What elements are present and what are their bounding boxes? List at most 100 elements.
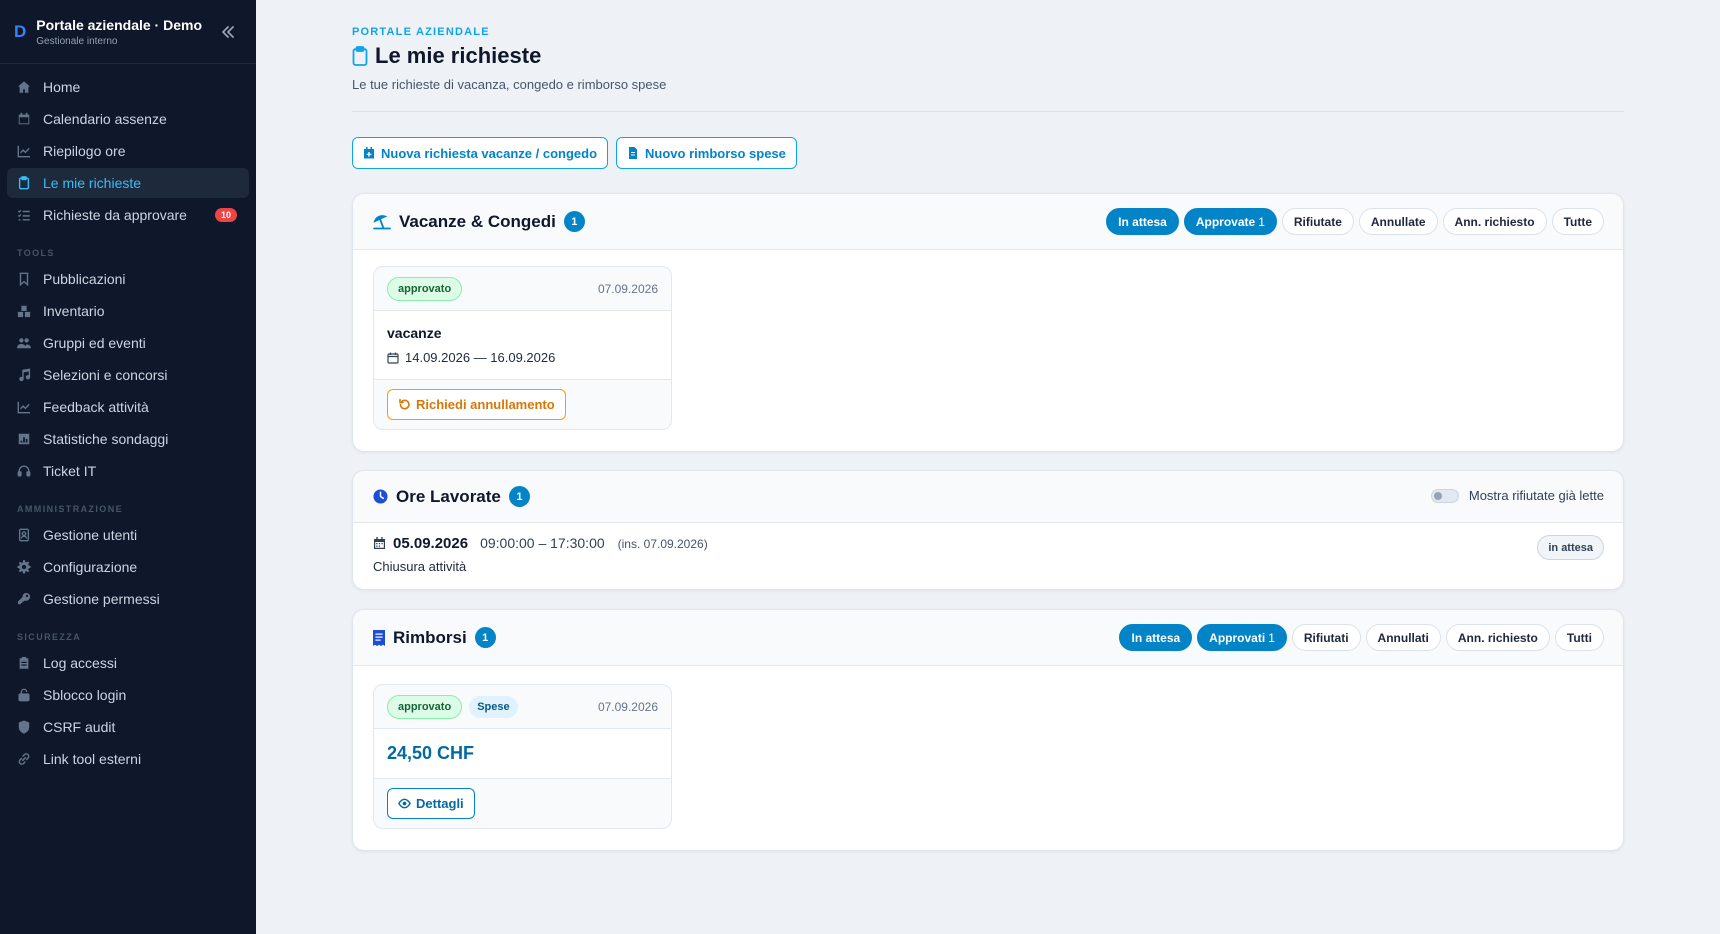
sidebar-item-label: Riepilogo ore	[43, 143, 126, 159]
sidebar-item-richieste-da-approvare[interactable]: Richieste da approvare 10	[7, 200, 249, 230]
expense-type-badge: Spese	[469, 695, 518, 718]
filter-label: Approvati	[1209, 630, 1266, 645]
sidebar-item-link-tool-esterni[interactable]: Link tool esterni	[7, 744, 249, 774]
brand: D Portale aziendale · Demo Gestionale in…	[0, 0, 256, 64]
receipt-icon	[627, 147, 639, 159]
leave-filter-tutte[interactable]: Tutte	[1551, 208, 1604, 235]
hours-section-header: Ore Lavorate 1 Mostra rifiutate già lett…	[353, 471, 1623, 523]
expenses-filter-approvati[interactable]: Approvati 1	[1197, 624, 1287, 651]
leave-filter-annullate[interactable]: Annullate	[1358, 208, 1438, 235]
show-rejected-toggle[interactable]	[1430, 488, 1459, 503]
sidebar-item-label: Ticket IT	[43, 463, 97, 479]
sidebar-item-feedback-attivita[interactable]: Feedback attività	[7, 392, 249, 422]
list-check-icon	[17, 208, 31, 222]
sidebar-item-label: Link tool esterni	[43, 751, 142, 767]
leave-section: Vacanze & Congedi 1 In attesa Approvate 1…	[352, 193, 1624, 452]
unlock-icon	[17, 688, 31, 702]
filter-label: In attesa	[1131, 630, 1181, 645]
calendar-icon	[17, 112, 31, 126]
filter-label: Approvate	[1195, 214, 1256, 229]
filter-label: Rifiutate	[1293, 214, 1342, 229]
hours-entry-date: 05.09.2026	[393, 535, 469, 552]
sidebar-item-configurazione[interactable]: Configurazione	[7, 552, 249, 582]
sidebar-item-home[interactable]: Home	[7, 72, 249, 102]
leave-filter-approvate[interactable]: Approvate 1	[1183, 208, 1277, 235]
hours-entry-note: Chiusura attività	[373, 559, 467, 574]
sidebar-item-statistiche-sondaggi[interactable]: Statistiche sondaggi	[7, 424, 249, 454]
sidebar-item-riepilogo-ore[interactable]: Riepilogo ore	[7, 136, 249, 166]
sidebar-item-ticket-it[interactable]: Ticket IT	[7, 456, 249, 486]
bookmark-icon	[17, 272, 31, 287]
leave-filter-in-attesa[interactable]: In attesa	[1106, 208, 1179, 235]
request-cancellation-button[interactable]: Richiedi annullamento	[387, 389, 566, 420]
sidebar-item-inventario[interactable]: Inventario	[7, 296, 249, 326]
new-leave-request-label: Nuova richiesta vacanze / congedo	[381, 145, 598, 161]
sidebar-item-label: Gestione permessi	[43, 591, 160, 607]
sidebar-item-csrf-audit[interactable]: CSRF audit	[7, 712, 249, 742]
key-icon	[17, 592, 31, 606]
chart-line-icon	[17, 144, 31, 158]
sidebar-item-gestione-utenti[interactable]: Gestione utenti	[7, 520, 249, 550]
new-expense-label: Nuovo rimborso spese	[645, 145, 786, 161]
user-icon	[17, 528, 31, 542]
expenses-filter-annullati[interactable]: Annullati	[1365, 624, 1441, 651]
action-bar: Nuova richiesta vacanze / congedo Nuovo …	[352, 137, 797, 169]
status-badge: in attesa	[1537, 535, 1604, 560]
filter-label: Ann. richiesto	[1457, 630, 1538, 645]
clipboard-icon	[17, 656, 31, 670]
sidebar-item-label: Configurazione	[43, 559, 138, 575]
filter-label: Tutti	[1566, 630, 1592, 645]
expense-details-label: Dettagli	[416, 796, 464, 811]
calendar-icon	[373, 537, 386, 550]
clipboard-icon	[17, 176, 31, 190]
home-icon	[17, 80, 31, 94]
main-content: PORTALE AZIENDALE Le mie richieste Le tu…	[256, 0, 1720, 934]
expenses-filter-tutti[interactable]: Tutti	[1554, 624, 1604, 651]
sidebar-item-le-mie-richieste[interactable]: Le mie richieste	[7, 168, 249, 198]
show-rejected-label: Mostra rifiutate già lette	[1468, 488, 1604, 503]
status-badge: approvato	[387, 694, 463, 719]
hours-entry-inserted: (ins. 07.09.2026)	[617, 537, 708, 551]
expense-details-button[interactable]: Dettagli	[387, 788, 475, 819]
header-divider	[352, 111, 1624, 112]
sidebar-item-log-accessi[interactable]: Log accessi	[7, 648, 249, 678]
expenses-filter-rifiutati[interactable]: Rifiutati	[1291, 624, 1361, 651]
sidebar-item-label: Gestione utenti	[43, 527, 138, 543]
leave-section-header: Vacanze & Congedi 1 In attesa Approvate 1…	[353, 194, 1623, 250]
filter-label: Tutte	[1563, 214, 1592, 229]
sidebar-item-label: Gruppi ed eventi	[43, 335, 146, 351]
sidebar-item-gestione-permessi[interactable]: Gestione permessi	[7, 584, 249, 614]
collapse-sidebar-icon[interactable]	[218, 22, 238, 42]
sidebar-item-pubblicazioni[interactable]: Pubblicazioni	[7, 264, 249, 294]
leave-filter-ann-richiesto[interactable]: Ann. richiesto	[1442, 208, 1547, 235]
brand-subtitle: Gestionale interno	[36, 35, 118, 47]
sidebar-item-gruppi-ed-eventi[interactable]: Gruppi ed eventi	[7, 328, 249, 358]
filter-count: 1	[1258, 214, 1265, 229]
sidebar-item-sblocco-login[interactable]: Sblocco login	[7, 680, 249, 710]
expenses-filter-in-attesa[interactable]: In attesa	[1119, 624, 1193, 651]
clipboard-icon	[352, 46, 368, 66]
sidebar-nav: Home Calendario assenze Riepilogo ore Le…	[0, 64, 256, 774]
page-subtitle: Le tue richieste di vacanza, congedo e r…	[352, 77, 667, 92]
hours-entry-time: 09:00:00 – 17:30:00	[480, 535, 605, 551]
request-date: 07.09.2026	[597, 700, 658, 714]
sidebar-item-calendario-assenze[interactable]: Calendario assenze	[7, 104, 249, 134]
sidebar-item-label: Inventario	[43, 303, 105, 319]
undo-icon	[398, 398, 411, 411]
hours-section: Ore Lavorate 1 Mostra rifiutate già lett…	[352, 470, 1624, 590]
sidebar-item-label: Calendario assenze	[43, 111, 167, 127]
request-date: 07.09.2026	[597, 282, 658, 296]
new-leave-request-button[interactable]: Nuova richiesta vacanze / congedo	[352, 137, 609, 169]
page-title-text: Le mie richieste	[375, 43, 542, 68]
new-expense-button[interactable]: Nuovo rimborso spese	[616, 137, 797, 169]
sidebar-item-label: CSRF audit	[43, 719, 116, 735]
hours-section-title: Ore Lavorate	[396, 486, 501, 506]
sidebar-item-label: Richieste da approvare	[43, 207, 187, 223]
beach-umbrella-icon	[373, 213, 391, 231]
expenses-filter-ann-richiesto[interactable]: Ann. richiesto	[1445, 624, 1550, 651]
leave-filter-rifiutate[interactable]: Rifiutate	[1281, 208, 1354, 235]
sidebar-item-selezioni-e-concorsi[interactable]: Selezioni e concorsi	[7, 360, 249, 390]
request-date-range: 14.09.2026 — 16.09.2026	[405, 350, 556, 365]
sidebar-item-label: Le mie richieste	[43, 175, 142, 191]
brand-title: Portale aziendale · Demo	[36, 16, 202, 33]
